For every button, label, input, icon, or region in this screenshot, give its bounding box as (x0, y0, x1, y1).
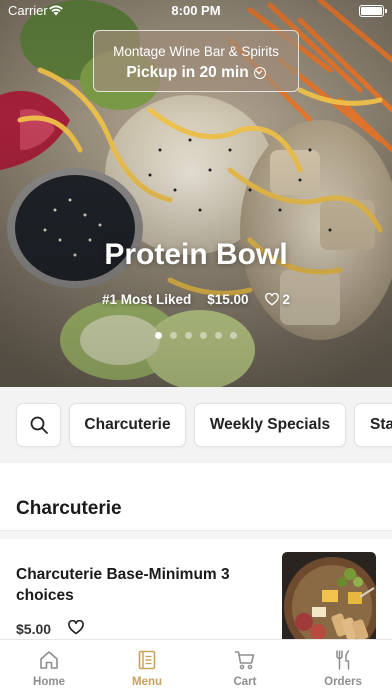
section-gap (0, 531, 392, 539)
carousel-dot[interactable] (215, 332, 222, 339)
pickup-time-row[interactable]: Pickup in 20 min (94, 64, 298, 82)
tab-home[interactable]: Home (0, 640, 98, 696)
featured-likes-count: 2 (282, 292, 291, 307)
pickup-status-card[interactable]: Montage Wine Bar & Spirits Pickup in 20 … (93, 30, 299, 92)
pickup-time-label: Pickup in 20 min (126, 64, 249, 81)
chevron-down-circle-icon[interactable] (253, 67, 266, 79)
menu-item-price: $5.00 (16, 621, 52, 637)
search-button[interactable] (16, 403, 61, 447)
heart-outline-icon[interactable] (264, 293, 279, 306)
menu-item-name: Charcuterie Base-Minimum 3 choices (16, 566, 230, 604)
menu-book-icon (138, 650, 156, 670)
category-bar: Charcuterie Weekly Specials Sta (0, 387, 392, 463)
fork-knife-icon (336, 650, 350, 670)
featured-likes[interactable]: 2 (264, 292, 291, 307)
menu-item-image[interactable] (282, 552, 376, 652)
tab-cart[interactable]: Cart (196, 640, 294, 696)
clock: 8:00 PM (171, 3, 221, 18)
tab-menu-label: Menu (131, 676, 163, 688)
home-icon (40, 651, 58, 669)
featured-item-title[interactable]: Protein Bowl (0, 238, 392, 272)
venue-name: Montage Wine Bar & Spirits (113, 44, 279, 59)
tab-orders-label: Orders (324, 676, 362, 688)
featured-rank: #1 Most Liked (101, 292, 192, 307)
section-title: Charcuterie (16, 498, 122, 519)
menu-item[interactable]: Charcuterie Base-Minimum 3 choices $5.00 (0, 539, 392, 652)
featured-item-meta: #1 Most Liked $15.00 2 (0, 292, 392, 307)
tab-cart-label: Cart (233, 676, 257, 688)
tab-orders[interactable]: Orders (294, 640, 392, 696)
tab-bar: Home Menu Cart Orders (0, 639, 392, 696)
category-chip-weekly-specials[interactable]: Weekly Specials (194, 403, 346, 447)
battery-icon (359, 5, 387, 17)
category-chip-charcuterie[interactable]: Charcuterie (69, 403, 186, 447)
search-icon (30, 416, 48, 434)
carousel-dot[interactable] (185, 332, 192, 339)
tab-home-label: Home (33, 676, 65, 688)
carousel-dot[interactable] (200, 332, 207, 339)
heart-outline-icon[interactable] (68, 620, 84, 635)
status-bar: Carrier 8:00 PM (0, 0, 392, 22)
featured-price: $15.00 (207, 292, 249, 307)
hero-banner[interactable]: Carrier 8:00 PM Montage Wine Bar & Spiri… (0, 0, 392, 387)
cart-icon (234, 651, 255, 670)
carousel-dot[interactable] (230, 332, 237, 339)
tab-menu[interactable]: Menu (98, 640, 196, 696)
carousel-dot[interactable] (170, 332, 177, 339)
carousel-dots[interactable] (0, 332, 392, 339)
category-chip-partial[interactable]: Sta (354, 403, 392, 447)
carousel-dot[interactable] (155, 332, 162, 339)
